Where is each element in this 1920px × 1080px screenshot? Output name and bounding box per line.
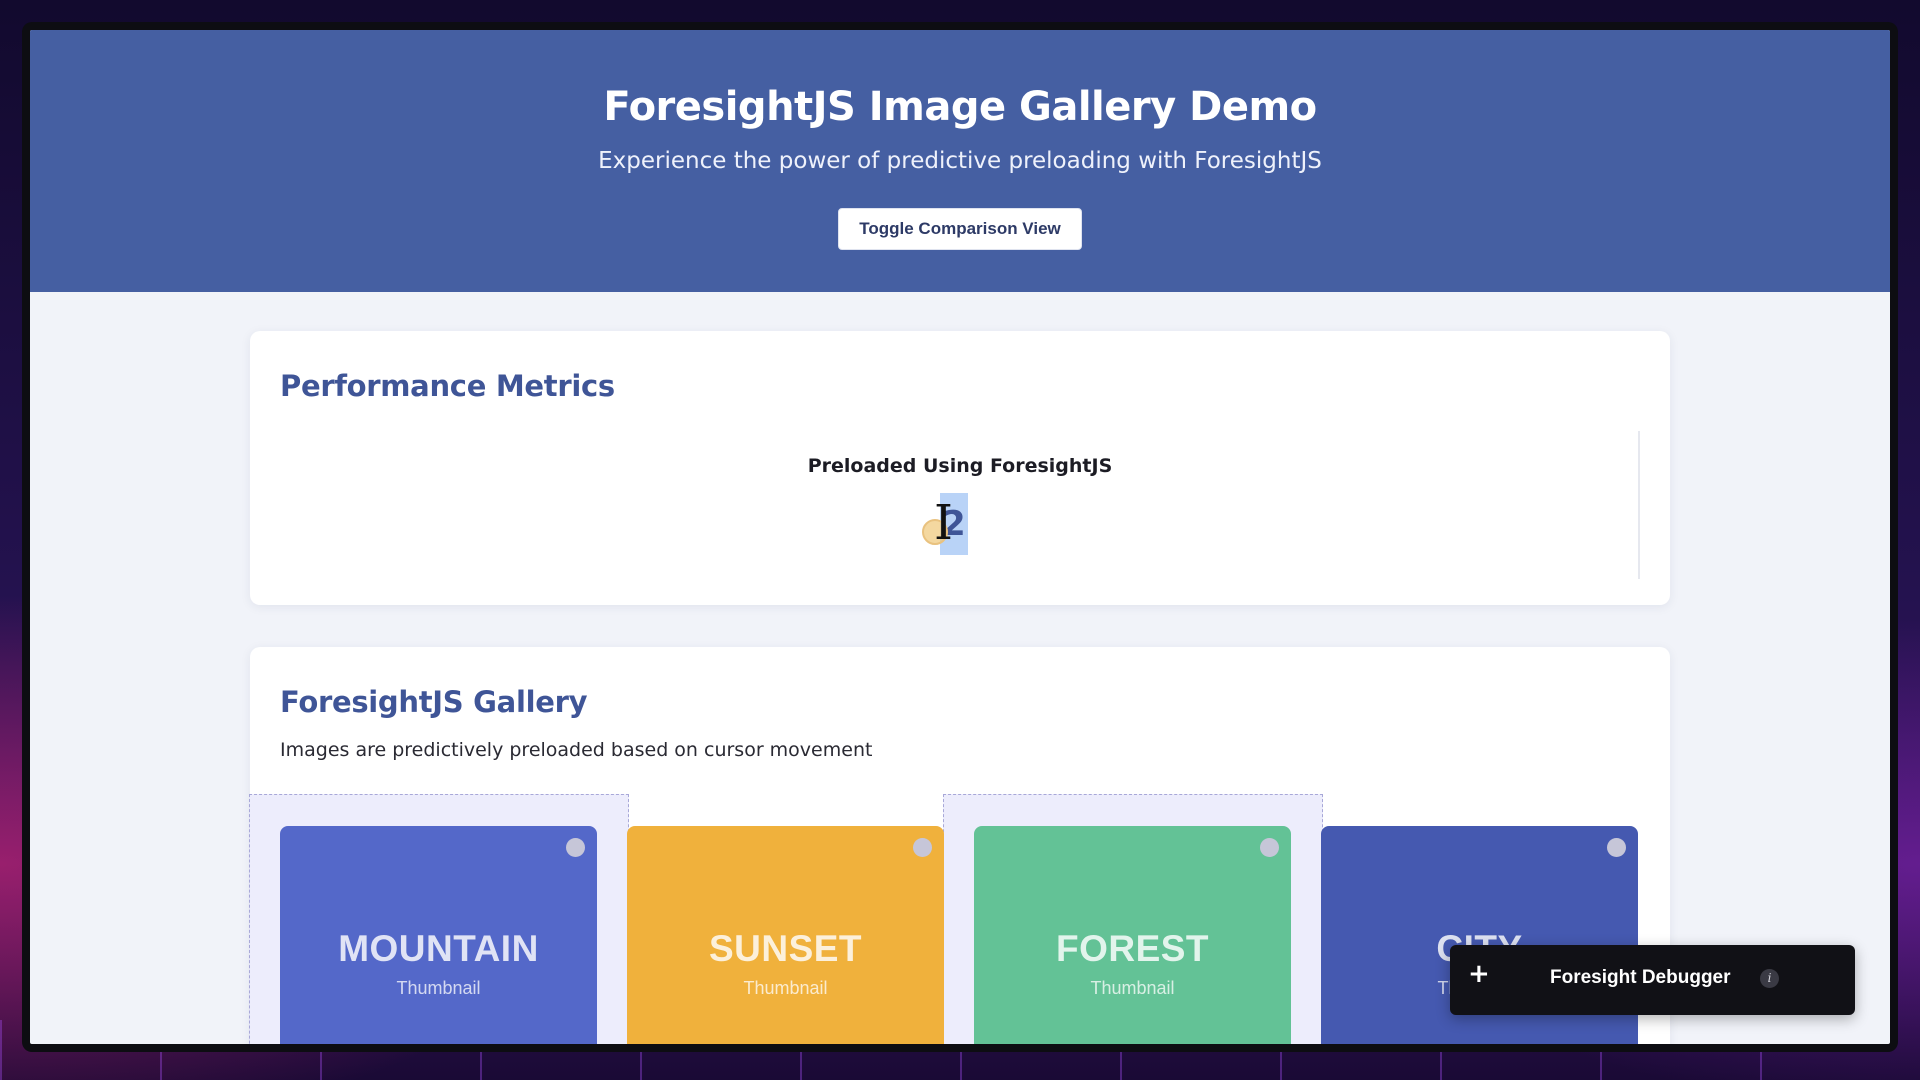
browser-window: ForesightJS Image Gallery Demo Experienc… (22, 22, 1898, 1052)
thumbnail-name: SUNSET (708, 928, 863, 969)
page-title: ForesightJS Image Gallery Demo (603, 84, 1317, 130)
metrics-divider (1638, 431, 1640, 579)
performance-metrics-card: Performance Metrics Preloaded Using Fore… (250, 331, 1670, 605)
page-header: ForesightJS Image Gallery Demo Experienc… (30, 30, 1890, 292)
info-icon[interactable]: i (1760, 969, 1779, 988)
thumbnail-mountain[interactable]: MOUNTAIN Thumbnail (280, 826, 597, 1044)
text-cursor-icon: I (934, 495, 953, 551)
thumbnail-sub: Thumbnail (396, 978, 481, 998)
thumbnail-name: FOREST (1055, 928, 1210, 969)
debugger-title: Foresight Debugger (1550, 967, 1731, 988)
thumbnail-sunset[interactable]: SUNSET Thumbnail (627, 826, 944, 1044)
thumbnail-sub: Thumbnail (743, 978, 828, 998)
metrics-heading: Performance Metrics (280, 369, 615, 403)
status-dot-icon (1607, 838, 1626, 857)
foresight-debugger-panel[interactable]: + Foresight Debugger i (1450, 945, 1855, 1015)
web-page: ForesightJS Image Gallery Demo Experienc… (30, 30, 1890, 1044)
thumbnail-name: MOUNTAIN (338, 928, 539, 969)
status-dot-icon (1260, 838, 1279, 857)
page-subtitle: Experience the power of predictive prelo… (598, 148, 1322, 174)
expand-plus-icon[interactable]: + (1468, 959, 1490, 989)
thumbnail-forest[interactable]: FOREST Thumbnail (974, 826, 1291, 1044)
thumbnail-sub: Thumbnail (1090, 978, 1175, 998)
preloaded-label: Preloaded Using ForesightJS (807, 455, 1113, 477)
gallery-description: Images are predictively preloaded based … (280, 739, 873, 761)
toggle-comparison-button[interactable]: Toggle Comparison View (838, 208, 1082, 250)
gallery-heading: ForesightJS Gallery (280, 685, 588, 719)
status-dot-icon (913, 838, 932, 857)
status-dot-icon (566, 838, 585, 857)
